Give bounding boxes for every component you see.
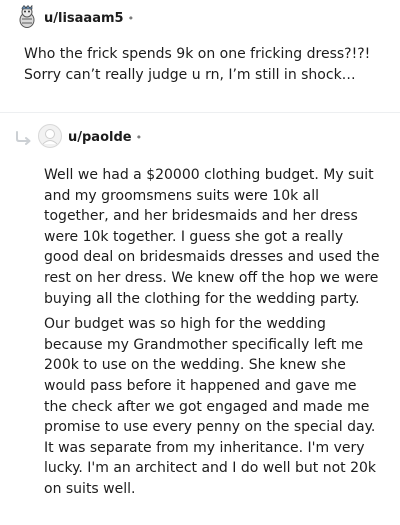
- reply-comment: u/paolde • Well we had a $20000 clothing …: [0, 113, 400, 525]
- parent-comment-meta: u/lisaaam5 •: [44, 9, 134, 27]
- parent-username[interactable]: u/lisaaam5: [44, 11, 124, 26]
- reply-arrow-icon: [16, 131, 31, 145]
- separator-dot: •: [135, 131, 143, 144]
- reply-comment-meta: u/paolde •: [68, 128, 142, 146]
- separator-dot: •: [127, 12, 135, 25]
- default-avatar-icon[interactable]: [38, 124, 62, 148]
- reply-comment-text: Well we had a $20000 clothing budget. My…: [44, 165, 380, 505]
- snoo-avatar-icon[interactable]: [16, 5, 38, 29]
- reply-username[interactable]: u/paolde: [68, 130, 132, 145]
- parent-comment-text: Who the frick spends 9k on one fricking …: [24, 46, 371, 83]
- reply-paragraph: Well we had a $20000 clothing budget. My…: [44, 167, 380, 307]
- parent-comment: u/lisaaam5 • Who the frick spends 9k on o…: [0, 0, 400, 112]
- reply-paragraph: Our budget was so high for the wedding b…: [44, 316, 377, 497]
